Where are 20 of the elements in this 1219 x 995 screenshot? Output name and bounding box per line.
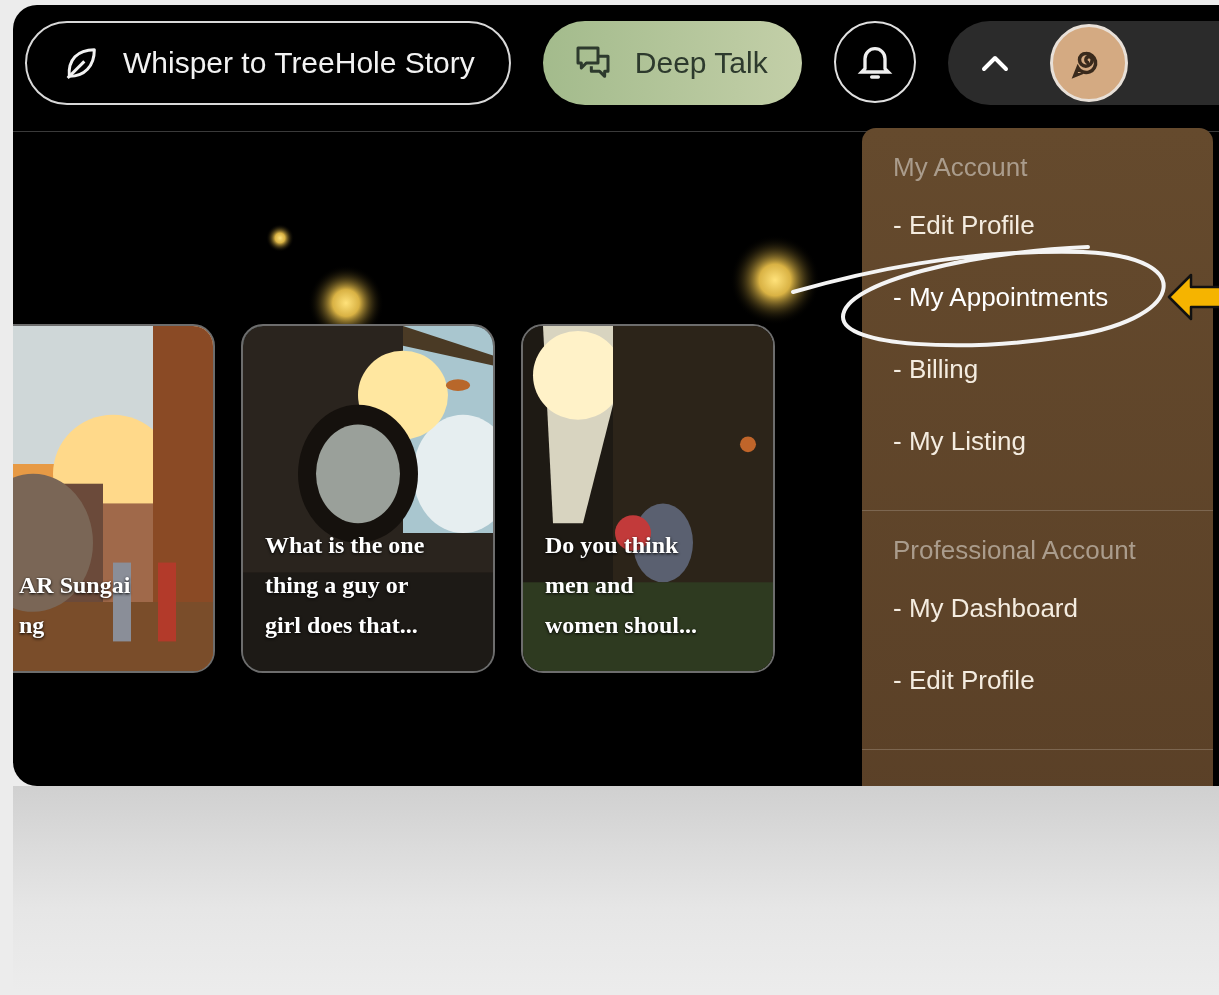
account-button[interactable]: [947, 21, 1219, 105]
story-title: Do you think men and women shoul...: [545, 531, 699, 640]
story-button[interactable]: Whisper to TreeHole Story: [25, 21, 511, 105]
menu-item[interactable]: - Edit Profile: [893, 665, 1035, 695]
menu-item[interactable]: - Billing: [893, 354, 979, 384]
glow-light: [266, 224, 294, 252]
deep-talk-button[interactable]: Deep Talk: [542, 21, 802, 105]
notification-button[interactable]: [833, 21, 916, 103]
menu-heading: My Account: [893, 152, 1029, 182]
menu-item[interactable]: - My Dashboard: [893, 593, 1078, 623]
story-card[interactable]: Do you think men and women shoul...: [521, 324, 775, 673]
story-title: What is the one thing a guy or girl does that...: [265, 531, 426, 640]
story-title: AR Sungai ng: [19, 571, 132, 640]
menu-item[interactable]: - My Appointments: [893, 282, 1109, 312]
arrow-icon: [1167, 273, 1219, 321]
menu-item[interactable]: - My Listing: [893, 426, 1026, 456]
menu-item[interactable]: - Edit Profile: [893, 210, 1035, 240]
story-card[interactable]: AR Sungai ng: [13, 324, 215, 673]
story-card[interactable]: What is the one thing a guy or girl does that...: [241, 324, 495, 673]
menu-heading: Professional Account: [893, 535, 1137, 565]
